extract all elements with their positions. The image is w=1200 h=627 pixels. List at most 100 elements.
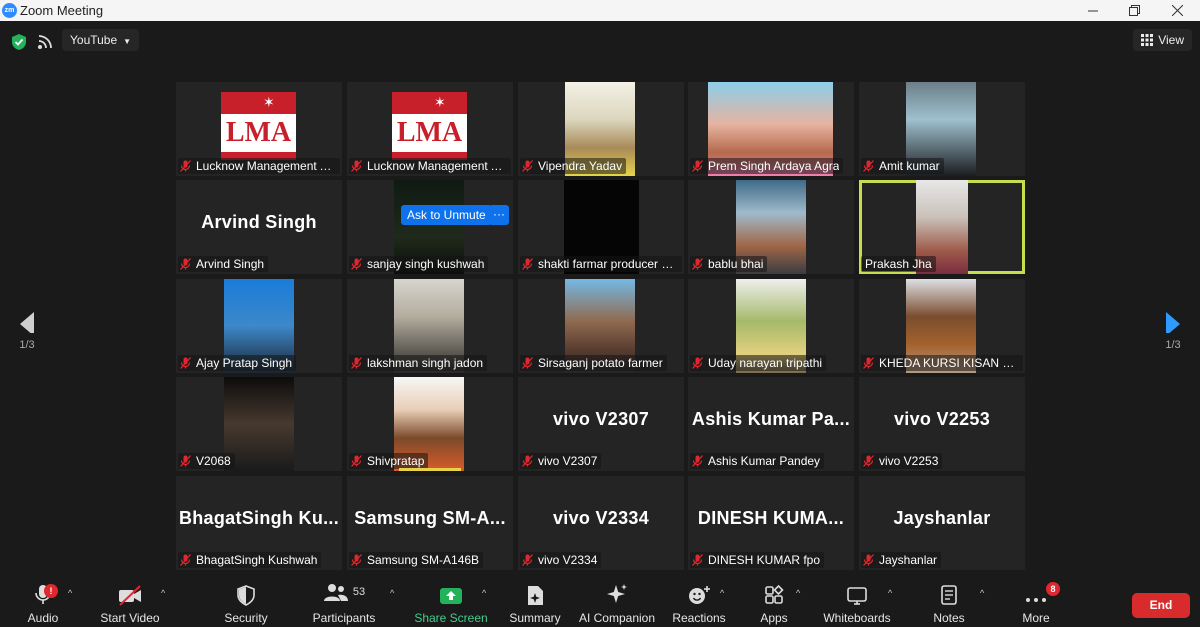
participant-tile[interactable]: Amit kumar bbox=[859, 82, 1025, 176]
participant-tile[interactable]: Prem Singh Ardaya Agra bbox=[688, 82, 854, 176]
meeting-toolbar: Audio ! ^ Start Video ^ Security 53 Part… bbox=[0, 578, 1200, 627]
summary-button[interactable]: Summary bbox=[507, 578, 563, 627]
participant-tile[interactable]: shakti farmar producer C... bbox=[518, 180, 684, 274]
reactions-button[interactable]: Reactions bbox=[672, 578, 726, 627]
participant-name: Lucknow Management A... bbox=[196, 159, 336, 173]
share-screen-button[interactable]: Share Screen bbox=[414, 578, 488, 627]
participant-name-label: sanjay singh kushwah bbox=[349, 256, 489, 272]
participant-tile[interactable]: Ashis Kumar Pa... Ashis Kumar Pandey bbox=[688, 377, 854, 471]
participants-label: Participants bbox=[312, 611, 376, 625]
participants-count: 53 bbox=[352, 586, 366, 598]
ai-sparkle-icon bbox=[607, 584, 627, 603]
participant-name: Prakash Jha bbox=[865, 257, 932, 271]
security-button[interactable]: Security bbox=[222, 578, 270, 627]
connection-signal-icon[interactable] bbox=[36, 33, 54, 51]
maximize-button[interactable] bbox=[1111, 0, 1157, 21]
participant-tile[interactable]: Ajay Pratap Singh bbox=[176, 279, 342, 373]
participant-tile[interactable]: vivo V2334 vivo V2334 bbox=[518, 476, 684, 570]
participant-name-label: Sirsaganj potato farmer bbox=[520, 355, 667, 371]
muted-microphone-icon bbox=[351, 554, 362, 566]
muted-microphone-icon bbox=[692, 160, 703, 172]
participant-name-label: bablu bhai bbox=[690, 256, 768, 272]
participant-tile[interactable]: Arvind Singh Arvind Singh bbox=[176, 180, 342, 274]
participants-button[interactable]: 53 Participants bbox=[312, 578, 376, 627]
muted-microphone-icon bbox=[180, 258, 191, 270]
participant-more-button[interactable]: ··· bbox=[489, 205, 509, 225]
participant-tile[interactable]: Samsung SM-A... Samsung SM-A146B bbox=[347, 476, 513, 570]
participant-name-label: BhagatSingh Kushwah bbox=[178, 552, 322, 568]
ai-companion-label: AI Companion bbox=[578, 611, 656, 625]
participant-tile[interactable]: sanjay singh kushwah bbox=[347, 180, 513, 274]
close-button[interactable] bbox=[1154, 0, 1200, 21]
share-screen-label: Share Screen bbox=[414, 611, 488, 625]
participant-name: Lucknow Management Asso... bbox=[367, 159, 507, 173]
participant-tile[interactable]: Sirsaganj potato farmer bbox=[518, 279, 684, 373]
reaction-emoji-icon bbox=[689, 586, 710, 604]
participant-name: Sirsaganj potato farmer bbox=[538, 356, 663, 370]
participant-name: vivo V2253 bbox=[879, 454, 939, 468]
audio-button[interactable]: Audio bbox=[24, 578, 62, 627]
participant-tile[interactable]: Shivpratap bbox=[347, 377, 513, 471]
summary-icon bbox=[528, 586, 543, 605]
participant-tile[interactable]: bablu bhai bbox=[688, 180, 854, 274]
encryption-shield-icon[interactable] bbox=[10, 33, 28, 51]
participant-tile[interactable]: Uday narayan tripathi bbox=[688, 279, 854, 373]
security-label: Security bbox=[224, 611, 268, 625]
ai-companion-button[interactable]: AI Companion bbox=[578, 578, 656, 627]
participant-name-label: Lucknow Management Asso... bbox=[349, 158, 511, 174]
whiteboards-button[interactable]: Whiteboards bbox=[820, 578, 894, 627]
participant-tile[interactable]: DINESH KUMA... DINESH KUMAR fpo bbox=[688, 476, 854, 570]
grid-view-icon bbox=[1141, 34, 1154, 46]
apps-label: Apps bbox=[760, 611, 788, 625]
participant-name: Uday narayan tripathi bbox=[708, 356, 823, 370]
participant-tile[interactable]: BhagatSingh Ku... BhagatSingh Kushwah bbox=[176, 476, 342, 570]
participant-name: shakti farmar producer C... bbox=[538, 257, 678, 271]
reactions-options-chevron-icon[interactable]: ^ bbox=[720, 588, 724, 598]
participant-tile[interactable]: V2068 bbox=[176, 377, 342, 471]
muted-microphone-icon bbox=[522, 258, 533, 270]
muted-microphone-icon bbox=[351, 160, 362, 172]
whiteboards-label: Whiteboards bbox=[823, 611, 891, 625]
participant-tile[interactable]: vivo V2253 vivo V2253 bbox=[859, 377, 1025, 471]
share-options-chevron-icon[interactable]: ^ bbox=[482, 588, 486, 598]
apps-options-chevron-icon[interactable]: ^ bbox=[796, 588, 800, 598]
title-bar: zm Zoom Meeting bbox=[0, 0, 1200, 21]
participant-name-label: Lucknow Management A... bbox=[178, 158, 340, 174]
notes-button[interactable]: Notes bbox=[930, 578, 968, 627]
participant-name: BhagatSingh Kushwah bbox=[196, 553, 318, 567]
notes-options-chevron-icon[interactable]: ^ bbox=[980, 588, 984, 598]
video-options-chevron-icon[interactable]: ^ bbox=[161, 588, 165, 598]
participant-tile[interactable]: ✶ LMA Lucknow Management A... bbox=[176, 82, 342, 176]
start-video-button[interactable]: Start Video bbox=[97, 578, 163, 627]
minimize-button[interactable] bbox=[1070, 0, 1116, 21]
ask-to-unmute-button[interactable]: Ask to Unmute bbox=[401, 205, 492, 225]
muted-microphone-icon bbox=[351, 455, 362, 467]
previous-page-button[interactable]: 1/3 bbox=[12, 311, 42, 351]
participant-tile[interactable]: lakshman singh jadon bbox=[347, 279, 513, 373]
participants-options-chevron-icon[interactable]: ^ bbox=[390, 588, 394, 598]
participant-display-name: vivo V2253 bbox=[893, 409, 991, 429]
participant-tile[interactable]: Vipendra Yadav bbox=[518, 82, 684, 176]
apps-button[interactable]: Apps bbox=[756, 578, 792, 627]
participant-tile[interactable]: ✶LMALucknow Management Asso... bbox=[347, 82, 513, 176]
logo-star-icon: ✶ bbox=[263, 94, 275, 110]
participant-tile[interactable]: Prakash Jha bbox=[859, 180, 1025, 274]
muted-microphone-icon bbox=[522, 160, 533, 172]
whiteboards-options-chevron-icon[interactable]: ^ bbox=[888, 588, 892, 598]
participants-icon bbox=[323, 584, 348, 601]
participant-tile[interactable]: Jayshanlar Jayshanlar bbox=[859, 476, 1025, 570]
next-page-button[interactable]: 1/3 bbox=[1158, 311, 1188, 351]
participant-name: lakshman singh jadon bbox=[367, 356, 484, 370]
summary-label: Summary bbox=[509, 611, 561, 625]
participant-name-label: Jayshanlar bbox=[861, 552, 942, 568]
notes-icon bbox=[941, 585, 957, 605]
participant-name: V2068 bbox=[196, 454, 231, 468]
participant-tile[interactable]: KHEDA KURSI KISAN UTP... bbox=[859, 279, 1025, 373]
audio-options-chevron-icon[interactable]: ^ bbox=[68, 588, 72, 598]
share-source-dropdown[interactable]: YouTube ▼ bbox=[62, 29, 140, 51]
muted-microphone-icon bbox=[180, 554, 191, 566]
participant-tile[interactable]: vivo V2307 vivo V2307 bbox=[518, 377, 684, 471]
muted-microphone-icon bbox=[692, 357, 703, 369]
view-button[interactable]: View bbox=[1133, 29, 1192, 51]
end-meeting-button[interactable]: End bbox=[1132, 593, 1190, 618]
